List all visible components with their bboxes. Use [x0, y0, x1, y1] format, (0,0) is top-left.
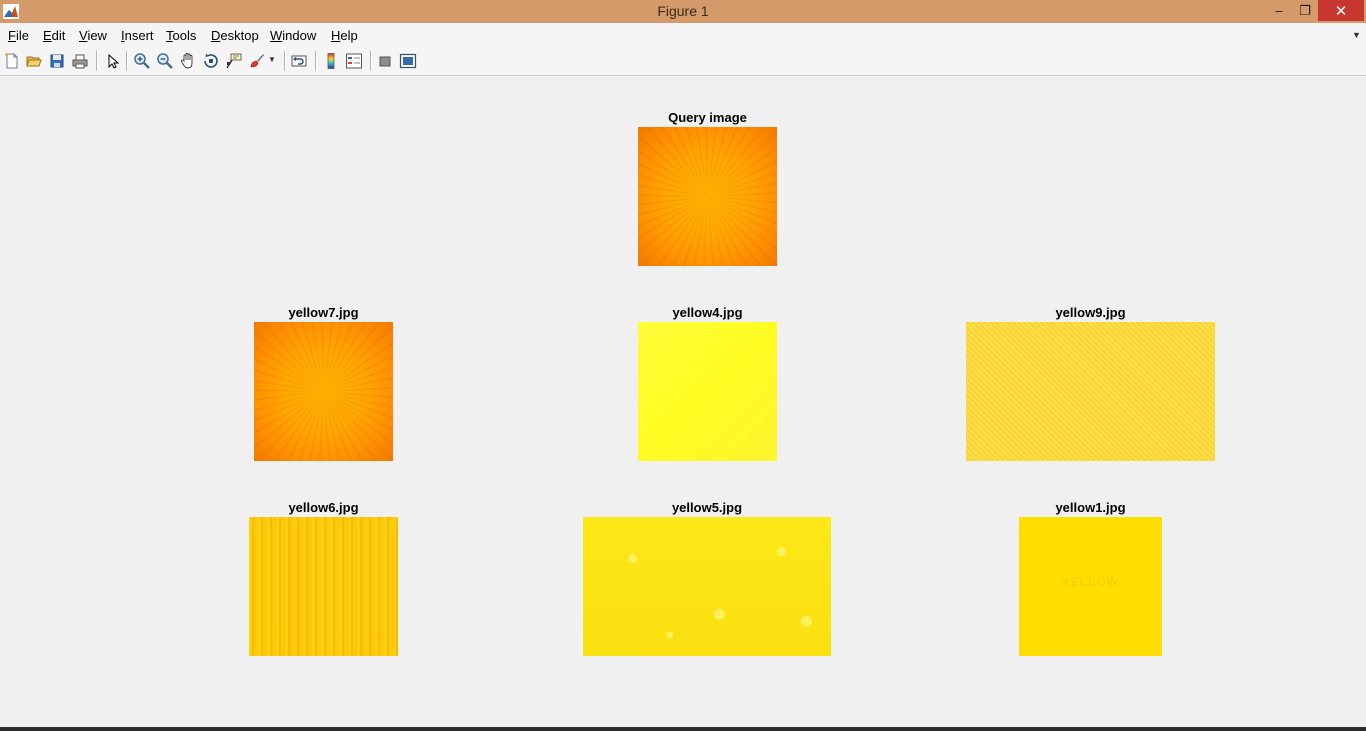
- insert-legend-icon[interactable]: [345, 52, 363, 70]
- result-image-4: [249, 517, 398, 656]
- menu-desktop-accel: D: [211, 28, 221, 43]
- menu-desktop[interactable]: Desktop: [211, 28, 259, 43]
- data-cursor-icon[interactable]: [225, 52, 243, 70]
- toolbar-separator: [284, 51, 286, 71]
- menu-file-rest: ile: [15, 28, 29, 43]
- menu-window-accel: W: [270, 28, 283, 43]
- menu-help[interactable]: Help: [331, 28, 358, 43]
- toolbar-separator: [315, 51, 317, 71]
- new-figure-icon[interactable]: [3, 52, 21, 70]
- menu-file-accel: F: [8, 28, 16, 43]
- figure-toolbar: ▼: [0, 47, 1366, 76]
- query-image-title: Query image: [668, 110, 747, 125]
- link-plot-icon[interactable]: [290, 52, 308, 70]
- result-title-4: yellow6.jpg: [288, 500, 359, 515]
- result-image-1: [254, 322, 393, 461]
- restore-button[interactable]: ❐: [1292, 0, 1318, 21]
- menu-overflow-arrow-icon[interactable]: ▼: [1352, 30, 1361, 40]
- close-button[interactable]: ✕: [1318, 0, 1364, 21]
- query-image: [638, 127, 777, 266]
- result-image-2: [638, 322, 777, 461]
- result-title-5: yellow5.jpg: [671, 500, 743, 515]
- print-figure-icon[interactable]: [71, 52, 89, 70]
- menu-window[interactable]: Window: [270, 28, 316, 43]
- brush-dropdown-icon[interactable]: ▼: [268, 55, 278, 73]
- menu-help-accel: H: [331, 28, 341, 43]
- menu-edit-rest: dit: [51, 28, 66, 43]
- menu-bar: File Edit View Insert Tools Desktop Wind…: [0, 23, 1366, 47]
- yellow1-watermark-text: YELLOW: [1061, 575, 1120, 589]
- edit-plot-icon[interactable]: [103, 52, 121, 70]
- result-image-6: YELLOW: [1019, 517, 1162, 656]
- brush-icon[interactable]: [248, 52, 266, 70]
- zoom-out-icon[interactable]: [156, 52, 174, 70]
- menu-edit[interactable]: Edit: [43, 28, 65, 43]
- window-title: Figure 1: [657, 3, 709, 19]
- toolbar-separator: [126, 51, 128, 71]
- toolbar-separator: [370, 51, 372, 71]
- menu-window-rest: indow: [282, 28, 317, 43]
- minimize-button[interactable]: –: [1266, 0, 1292, 21]
- toolbar-separator: [96, 51, 98, 71]
- open-file-icon[interactable]: [25, 52, 43, 70]
- menu-tools[interactable]: Tools: [166, 28, 196, 43]
- show-plot-tools-icon[interactable]: [399, 52, 417, 70]
- result-image-3: [966, 322, 1215, 461]
- matlab-figure-window: Figure 1 – ❐ ✕ File Edit View Insert Too…: [0, 0, 1366, 731]
- hide-plot-tools-icon[interactable]: [376, 52, 394, 70]
- menu-view-rest: iew: [87, 28, 107, 43]
- menu-file[interactable]: File: [8, 28, 29, 43]
- insert-colorbar-icon[interactable]: [322, 52, 340, 70]
- result-title-6: yellow1.jpg: [1055, 500, 1126, 515]
- title-bar[interactable]: Figure 1 – ❐ ✕: [0, 0, 1366, 23]
- result-title-2: yellow4.jpg: [672, 305, 743, 320]
- figure-canvas: Query image yellow7.jpg yellow4.jpg yell…: [0, 76, 1366, 727]
- menu-insert[interactable]: Insert: [121, 28, 154, 43]
- menu-help-rest: elp: [340, 28, 358, 43]
- save-figure-icon[interactable]: [48, 52, 66, 70]
- pan-icon[interactable]: [179, 52, 197, 70]
- result-title-1: yellow7.jpg: [288, 305, 359, 320]
- rotate-3d-icon[interactable]: [202, 52, 220, 70]
- result-title-3: yellow9.jpg: [1055, 305, 1126, 320]
- zoom-in-icon[interactable]: [133, 52, 151, 70]
- menu-desktop-rest: esktop: [220, 28, 259, 43]
- result-image-5: [583, 517, 831, 656]
- menu-view[interactable]: View: [79, 28, 107, 43]
- menu-edit-accel: E: [43, 28, 52, 43]
- taskbar-edge: [0, 727, 1366, 731]
- menu-insert-rest: nsert: [124, 28, 154, 43]
- menu-tools-rest: ools: [172, 28, 197, 43]
